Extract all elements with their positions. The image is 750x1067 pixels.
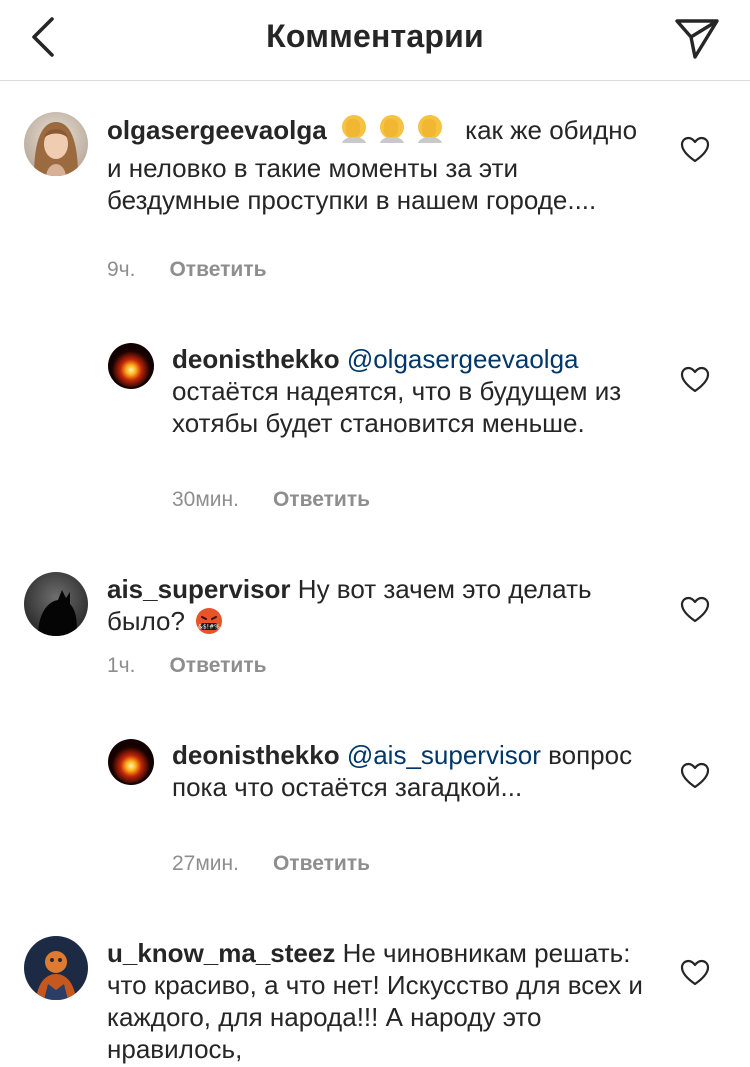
heart-icon[interactable]	[680, 365, 710, 395]
illustrated-avatar	[24, 936, 88, 1000]
comment-body: u_know_ma_steez Не чиновникам решать: чт…	[107, 937, 647, 1065]
comment-text: остаётся надеятся, что в будущем из хотя…	[172, 376, 622, 438]
heart-icon[interactable]	[680, 761, 710, 791]
facepalm-emoji-icon	[336, 113, 456, 152]
cursing-face-emoji-icon: &$!#%	[194, 606, 224, 643]
reply-body: deonisthekko @olgasergeevaolga остаётся …	[172, 343, 652, 439]
comment-time: 27мин.	[172, 852, 239, 875]
heart-icon[interactable]	[680, 135, 710, 165]
page-title: Комментарии	[266, 18, 484, 54]
heart-icon[interactable]	[680, 958, 710, 988]
reply-button[interactable]: Ответить	[273, 852, 370, 876]
user-avatar[interactable]	[108, 739, 154, 785]
paper-plane-icon	[675, 19, 719, 59]
reply-button[interactable]: Ответить	[273, 488, 370, 512]
dark-cat-avatar	[24, 572, 88, 636]
comment-time: 30мин.	[172, 488, 239, 511]
comment-username[interactable]: ais_supervisor	[107, 574, 291, 604]
comment-username[interactable]: u_know_ma_steez	[107, 938, 335, 968]
comment-time: 9ч.	[107, 258, 136, 281]
mention-link[interactable]: @olgasergeevaolga	[347, 344, 579, 374]
comment-meta: 9ч. Ответить	[107, 258, 267, 282]
share-button[interactable]	[672, 14, 722, 64]
comment-username[interactable]: olgasergeevaolga	[107, 115, 327, 145]
mention-link[interactable]: @ais_supervisor	[347, 740, 541, 770]
reply-body: deonisthekko @ais_supervisor вопрос пока…	[172, 739, 652, 803]
user-avatar[interactable]	[24, 936, 88, 1000]
comment-meta: 1ч. Ответить	[107, 654, 267, 678]
user-avatar[interactable]	[108, 343, 154, 389]
glowing-orb-avatar	[108, 343, 154, 389]
comment-body: olgasergeevaolga как же обидно и неловко…	[107, 113, 647, 216]
user-avatar[interactable]	[24, 572, 88, 636]
comment-meta: 30мин. Ответить	[172, 488, 370, 512]
svg-text:&$!#%: &$!#%	[198, 624, 220, 631]
comment-body: ais_supervisor Ну вот зачем это делать б…	[107, 573, 647, 643]
comment-username[interactable]: deonisthekko	[172, 740, 340, 770]
heart-icon[interactable]	[680, 595, 710, 625]
comment-meta: 27мин. Ответить	[172, 852, 370, 876]
reply-button[interactable]: Ответить	[169, 654, 266, 678]
glowing-orb-avatar	[108, 739, 154, 785]
user-avatar-photo	[24, 112, 88, 176]
comment-time: 1ч.	[107, 654, 136, 677]
top-bar: Комментарии	[0, 0, 750, 81]
user-avatar[interactable]	[24, 112, 88, 176]
comment-username[interactable]: deonisthekko	[172, 344, 340, 374]
reply-button[interactable]: Ответить	[169, 258, 266, 282]
